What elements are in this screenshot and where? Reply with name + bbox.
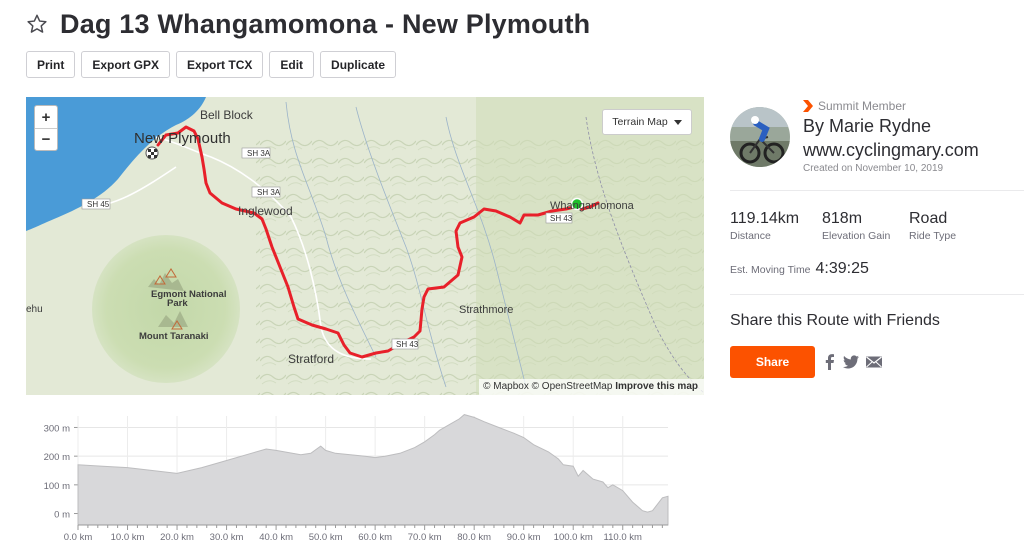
page-title: Dag 13 Whangamomona - New Plymouth bbox=[60, 8, 591, 39]
created-date: Created on November 10, 2019 bbox=[803, 163, 944, 174]
x-tick-label: 30.0 km bbox=[210, 532, 244, 543]
place-label: Park bbox=[167, 298, 188, 309]
ride-type-label: Ride Type bbox=[909, 230, 957, 242]
summit-badge: Summit Member bbox=[803, 99, 906, 113]
place-label: Whangamomona bbox=[550, 200, 635, 212]
place-label: Egmont National bbox=[151, 289, 226, 300]
export-gpx-button[interactable]: Export GPX bbox=[81, 51, 171, 78]
x-tick-label: 90.0 km bbox=[507, 532, 541, 543]
email-icon[interactable] bbox=[865, 353, 883, 371]
place-label: Stratford bbox=[288, 352, 334, 366]
map-style-label: Terrain Map bbox=[612, 116, 668, 128]
print-button[interactable]: Print bbox=[26, 51, 76, 78]
x-tick-label: 50.0 km bbox=[309, 532, 343, 543]
map-canvas[interactable]: Bell Block New Plymouth Inglewood Egmont… bbox=[26, 97, 704, 395]
author-card: Summit Member By Marie Rydne www.cycling… bbox=[730, 99, 1020, 179]
stat-distance: 119.14km Distance bbox=[730, 210, 799, 242]
author-website: www.cyclingmary.com bbox=[803, 140, 979, 160]
x-tick-label: 110.0 km bbox=[604, 532, 642, 543]
road-shield: SH 43 bbox=[550, 214, 573, 223]
twitter-icon[interactable] bbox=[842, 353, 860, 371]
x-tick-label: 0.0 km bbox=[64, 532, 93, 543]
distance-value: 119.14km bbox=[730, 210, 800, 227]
place-label: New Plymouth bbox=[134, 130, 231, 147]
x-tick-label: 40.0 km bbox=[259, 532, 293, 543]
x-tick-label: 10.0 km bbox=[111, 532, 145, 543]
export-tcx-button[interactable]: Export TCX bbox=[176, 51, 264, 78]
place-label: Bell Block bbox=[200, 108, 254, 122]
stat-elevation: 818m Elevation Gain bbox=[822, 210, 890, 242]
summit-chevron-icon bbox=[803, 100, 813, 112]
distance-label: Distance bbox=[730, 230, 771, 242]
road-shield: SH 3A bbox=[257, 188, 281, 197]
moving-time-label: Est. Moving Time bbox=[730, 264, 811, 276]
zoom-control: + − bbox=[34, 105, 58, 151]
summit-label: Summit Member bbox=[818, 99, 907, 113]
caret-down-icon bbox=[673, 119, 682, 125]
improve-map-link[interactable]: Improve this map bbox=[615, 381, 698, 392]
road-shield: SH 45 bbox=[87, 200, 110, 209]
road-shield: SH 43 bbox=[396, 340, 419, 349]
map-style-select[interactable]: Terrain Map bbox=[602, 109, 692, 135]
share-heading: Share this Route with Friends bbox=[730, 312, 940, 329]
x-tick-label: 80.0 km bbox=[457, 532, 491, 543]
duplicate-button[interactable]: Duplicate bbox=[320, 51, 397, 78]
place-label: Mount Taranaki bbox=[139, 331, 209, 342]
avatar[interactable] bbox=[730, 107, 790, 167]
mapbox-link[interactable]: © Mapbox bbox=[483, 381, 529, 392]
zoom-in-button[interactable]: + bbox=[35, 106, 57, 128]
route-map[interactable]: Bell Block New Plymouth Inglewood Egmont… bbox=[26, 97, 704, 395]
ride-type-value: Road bbox=[909, 210, 948, 227]
y-tick-label: 200 m bbox=[44, 452, 70, 463]
moving-time-value: 4:39:25 bbox=[815, 260, 869, 277]
elevation-chart[interactable]: 300 m 200 m 100 m 0 m 0.0 km 10.0 km 20.0 km 30… bbox=[26, 408, 672, 556]
facebook-icon[interactable] bbox=[821, 353, 839, 371]
place-label: ehu bbox=[26, 304, 43, 315]
share-button[interactable]: Share bbox=[730, 346, 815, 378]
elevation-label: Elevation Gain bbox=[822, 230, 891, 242]
stat-ride-type: Road Ride Type bbox=[909, 210, 956, 242]
edit-button[interactable]: Edit bbox=[269, 51, 315, 78]
avatar-image bbox=[730, 107, 790, 167]
divider bbox=[730, 190, 1024, 191]
y-tick-label: 0 m bbox=[54, 510, 70, 521]
y-tick-label: 100 m bbox=[44, 481, 70, 492]
x-tick-label: 70.0 km bbox=[408, 532, 442, 543]
divider bbox=[730, 294, 1024, 295]
stat-moving-time: Est. Moving Time 4:39:25 bbox=[730, 260, 869, 278]
place-label: Strathmore bbox=[459, 304, 513, 316]
national-park-area bbox=[92, 235, 240, 383]
elevation-area[interactable] bbox=[77, 414, 669, 526]
finish-flag-icon[interactable] bbox=[145, 146, 159, 160]
route-actions: Print Export GPX Export TCX Edit Duplica… bbox=[26, 51, 397, 78]
x-tick-label: 100.0 km bbox=[554, 532, 593, 543]
x-tick-label: 20.0 km bbox=[160, 532, 194, 543]
place-label: Inglewood bbox=[238, 204, 293, 218]
x-tick-label: 60.0 km bbox=[358, 532, 392, 543]
author-name[interactable]: By Marie Rydne bbox=[803, 116, 931, 137]
star-icon[interactable] bbox=[26, 13, 48, 35]
zoom-out-button[interactable]: − bbox=[35, 128, 57, 150]
map-attribution: © Mapbox © OpenStreetMap Improve this ma… bbox=[479, 379, 704, 395]
elevation-value: 818m bbox=[822, 210, 863, 227]
y-tick-label: 300 m bbox=[44, 423, 70, 434]
title-row: Dag 13 Whangamomona - New Plymouth bbox=[26, 6, 590, 42]
osm-link[interactable]: © OpenStreetMap bbox=[532, 381, 613, 392]
road-shield: SH 3A bbox=[247, 149, 271, 158]
